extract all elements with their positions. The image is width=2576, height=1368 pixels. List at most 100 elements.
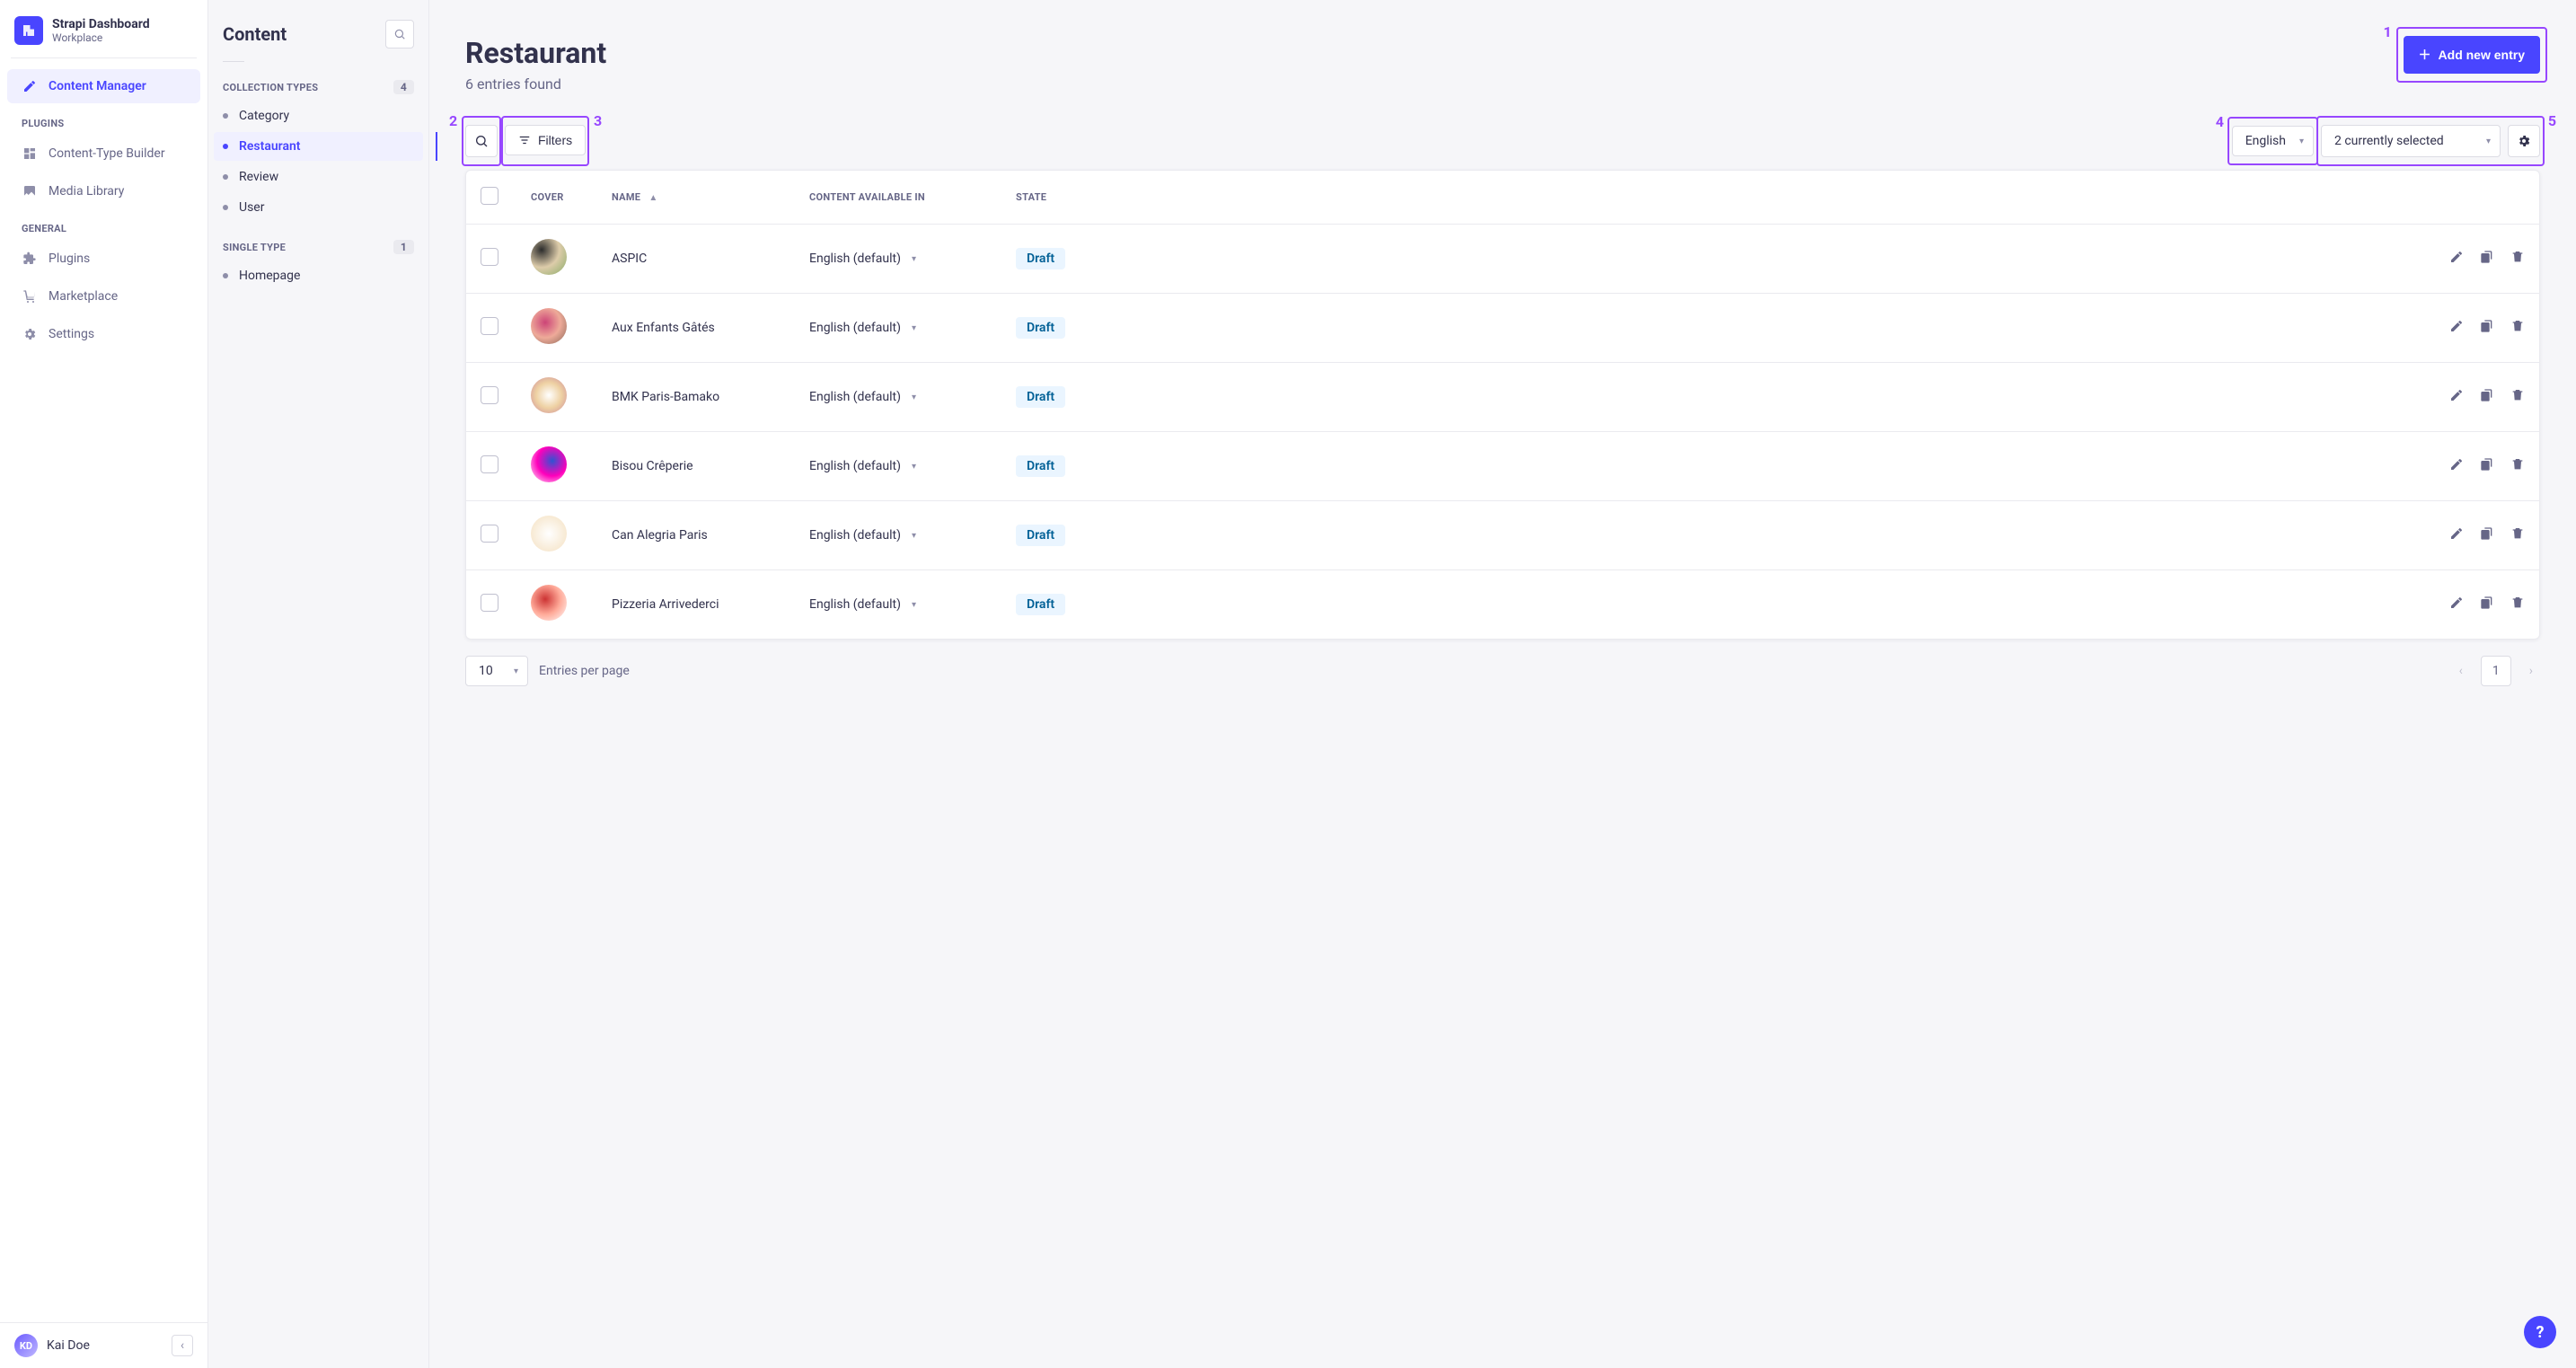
chevron-down-icon[interactable]: ▾ bbox=[912, 462, 916, 472]
current-page: 1 bbox=[2481, 656, 2511, 686]
edit-icon bbox=[2449, 319, 2464, 333]
edit-button[interactable] bbox=[2449, 319, 2464, 337]
state-badge: Draft bbox=[1016, 455, 1065, 477]
nav-label: Marketplace bbox=[49, 289, 118, 304]
table-row[interactable]: Pizzeria ArrivederciEnglish (default)▾Dr… bbox=[466, 570, 2539, 640]
filters-button[interactable]: Filters bbox=[505, 125, 586, 155]
trash-button[interactable] bbox=[2510, 388, 2525, 406]
main-nav: Strapi Dashboard Workplace Content Manag… bbox=[0, 0, 208, 1368]
help-button[interactable]: ? bbox=[2524, 1316, 2556, 1348]
edit-icon bbox=[2449, 250, 2464, 264]
chevron-down-icon[interactable]: ▾ bbox=[912, 600, 916, 610]
row-checkbox[interactable] bbox=[481, 386, 498, 404]
edit-button[interactable] bbox=[2449, 457, 2464, 475]
edit-icon bbox=[22, 78, 38, 94]
copy-button[interactable] bbox=[2480, 388, 2494, 406]
trash-button[interactable] bbox=[2510, 319, 2525, 337]
next-page-button[interactable]: › bbox=[2522, 664, 2540, 678]
row-name: Can Alegria Paris bbox=[597, 501, 795, 570]
nav-footer: KD Kai Doe ‹ bbox=[0, 1322, 207, 1368]
sidebar-item-user[interactable]: User bbox=[214, 193, 423, 222]
state-badge: Draft bbox=[1016, 248, 1065, 269]
nav-section-plugins: Plugins bbox=[0, 105, 207, 135]
table-row[interactable]: ASPICEnglish (default)▾Draft bbox=[466, 225, 2539, 294]
copy-icon bbox=[2480, 250, 2494, 264]
annotation-4: 4 bbox=[2216, 113, 2224, 130]
sidebar-item-restaurant[interactable]: Restaurant bbox=[214, 132, 423, 161]
puzzle-icon bbox=[22, 251, 38, 267]
trash-icon bbox=[2510, 250, 2525, 264]
prev-page-button[interactable]: ‹ bbox=[2452, 664, 2470, 678]
copy-button[interactable] bbox=[2480, 457, 2494, 475]
annotation-2: 2 bbox=[449, 112, 457, 129]
edit-button[interactable] bbox=[2449, 596, 2464, 613]
nav-plugins[interactable]: Plugins bbox=[7, 242, 200, 276]
user-avatar[interactable]: KD bbox=[14, 1334, 38, 1357]
nav-label: Content-Type Builder bbox=[49, 146, 165, 161]
th-content[interactable]: Content available in bbox=[795, 171, 1001, 225]
row-checkbox[interactable] bbox=[481, 317, 498, 335]
row-checkbox[interactable] bbox=[481, 525, 498, 543]
nav-label: Settings bbox=[49, 327, 94, 341]
edit-button[interactable] bbox=[2449, 250, 2464, 268]
row-checkbox[interactable] bbox=[481, 455, 498, 473]
page-size-select[interactable]: 10 bbox=[465, 656, 528, 686]
nav-marketplace[interactable]: Marketplace bbox=[7, 279, 200, 313]
table-row[interactable]: Can Alegria ParisEnglish (default)▾Draft bbox=[466, 501, 2539, 570]
table-search-button[interactable] bbox=[465, 125, 498, 157]
table-settings-button[interactable] bbox=[2508, 125, 2540, 157]
copy-button[interactable] bbox=[2480, 596, 2494, 613]
sidebar-item-label: Homepage bbox=[239, 269, 300, 283]
sidebar-item-category[interactable]: Category bbox=[214, 101, 423, 130]
trash-button[interactable] bbox=[2510, 596, 2525, 613]
select-all-checkbox[interactable] bbox=[481, 187, 498, 205]
row-locale: English (default) bbox=[809, 528, 901, 543]
cover-thumbnail bbox=[531, 377, 567, 413]
chevron-down-icon[interactable]: ▾ bbox=[912, 531, 916, 541]
collection-types-label: Collection types bbox=[223, 82, 318, 93]
nav-settings[interactable]: Settings bbox=[7, 317, 200, 351]
sidebar-item-label: User bbox=[239, 200, 264, 215]
row-locale: English (default) bbox=[809, 390, 901, 404]
table-row[interactable]: BMK Paris-BamakoEnglish (default)▾Draft bbox=[466, 363, 2539, 432]
chevron-down-icon[interactable]: ▾ bbox=[912, 323, 916, 333]
row-name: BMK Paris-Bamako bbox=[597, 363, 795, 432]
chevron-down-icon[interactable]: ▾ bbox=[912, 254, 916, 264]
locale-select[interactable]: English bbox=[2232, 126, 2314, 156]
row-checkbox[interactable] bbox=[481, 594, 498, 612]
th-cover[interactable]: Cover bbox=[516, 171, 597, 225]
sidebar-item-homepage[interactable]: Homepage bbox=[214, 261, 423, 290]
copy-button[interactable] bbox=[2480, 526, 2494, 544]
plus-icon: ＋ bbox=[2419, 46, 2431, 64]
copy-button[interactable] bbox=[2480, 319, 2494, 337]
annotation-5: 5 bbox=[2548, 112, 2556, 129]
subnav-search-button[interactable] bbox=[385, 20, 414, 49]
row-name: ASPIC bbox=[597, 225, 795, 294]
brand-title: Strapi Dashboard bbox=[52, 17, 150, 31]
trash-button[interactable] bbox=[2510, 250, 2525, 268]
annotation-3: 3 bbox=[594, 112, 602, 129]
th-state[interactable]: State bbox=[1001, 171, 1127, 225]
sidebar-item-review[interactable]: Review bbox=[214, 163, 423, 191]
columns-selected[interactable]: 2 currently selected bbox=[2321, 125, 2501, 157]
edit-icon bbox=[2449, 526, 2464, 541]
th-name[interactable]: Name ▲ bbox=[597, 171, 795, 225]
table-row[interactable]: Aux Enfants GâtésEnglish (default)▾Draft bbox=[466, 294, 2539, 363]
nav-media-library[interactable]: Media Library bbox=[7, 174, 200, 208]
table-body: ASPIC English (default) ▾ Draft Aux Enfants … bbox=[466, 225, 2539, 640]
add-new-entry-button[interactable]: ＋ Add new entry bbox=[2404, 36, 2540, 74]
trash-button[interactable] bbox=[2510, 526, 2525, 544]
copy-button[interactable] bbox=[2480, 250, 2494, 268]
gear-icon bbox=[2517, 134, 2531, 148]
nav-content-manager[interactable]: Content Manager bbox=[7, 69, 200, 103]
nav-content-type-builder[interactable]: Content-Type Builder bbox=[7, 137, 200, 171]
edit-button[interactable] bbox=[2449, 388, 2464, 406]
page-title: Restaurant bbox=[465, 36, 606, 70]
edit-button[interactable] bbox=[2449, 526, 2464, 544]
chevron-down-icon[interactable]: ▾ bbox=[912, 393, 916, 402]
collapse-nav-button[interactable]: ‹ bbox=[172, 1335, 193, 1356]
table-row[interactable]: Bisou CrêperieEnglish (default)▾Draft bbox=[466, 432, 2539, 501]
row-checkbox[interactable] bbox=[481, 248, 498, 266]
search-icon bbox=[474, 134, 489, 148]
trash-button[interactable] bbox=[2510, 457, 2525, 475]
